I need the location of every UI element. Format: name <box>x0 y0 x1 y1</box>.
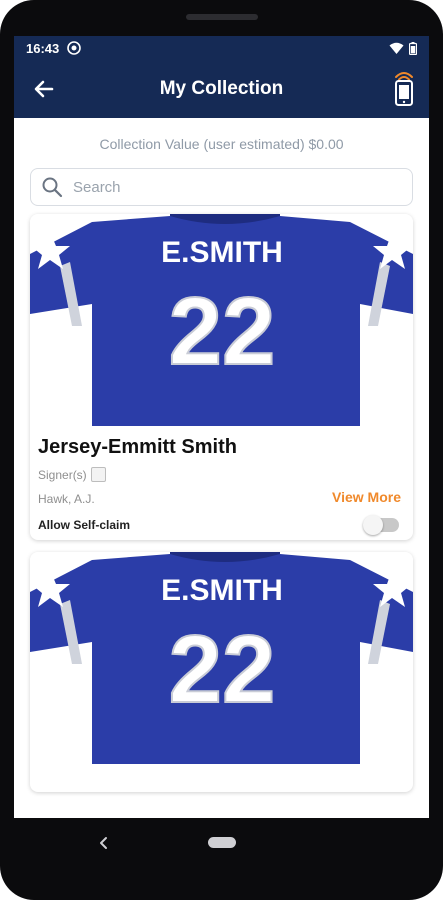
toggle-knob <box>363 515 383 535</box>
collection-item-card[interactable]: E.SMITH 22 Jersey-Emmitt Smith Signer(s)… <box>30 214 413 540</box>
page-title: My Collection <box>159 78 284 99</box>
jersey-image[interactable]: E.SMITH 22 <box>30 214 413 426</box>
status-time: 16:43 <box>26 40 60 56</box>
item-title: Jersey-Emmitt Smith <box>38 436 237 458</box>
phone-frame: 16:43 My Collection Collection Value (us… <box>0 0 443 900</box>
jersey-illustration: E.SMITH 22 <box>30 552 413 764</box>
collection-content: Collection Value (user estimated) $0.00 <box>14 118 429 818</box>
battery-icon <box>409 41 417 55</box>
jersey-image[interactable]: E.SMITH 22 <box>30 552 413 764</box>
jersey-illustration: E.SMITH 22 <box>30 214 413 426</box>
collection-value: Collection Value (user estimated) $0.00 <box>99 136 344 152</box>
signer-badge-icon <box>90 467 106 482</box>
system-nav-bar <box>0 818 443 868</box>
app-screen: 16:43 My Collection Collection Value (us… <box>14 36 429 818</box>
search-input[interactable] <box>71 177 375 197</box>
card-details: Jersey-Emmitt Smith Signer(s) Hawk, A.J.… <box>30 426 413 540</box>
signers-row: Signer(s) <box>38 467 405 482</box>
status-bar: 16:43 <box>14 36 429 60</box>
self-claim-toggle[interactable] <box>363 515 399 535</box>
collection-item-card[interactable]: E.SMITH 22 <box>30 552 413 792</box>
nav-back-icon[interactable] <box>96 835 110 851</box>
jersey-name-text: E.SMITH <box>161 236 283 269</box>
back-arrow-icon[interactable] <box>30 75 58 103</box>
jersey-name-text: E.SMITH <box>161 574 283 607</box>
jersey-number-text: 22 <box>169 278 276 385</box>
search-icon <box>42 177 63 198</box>
notification-icon <box>67 41 82 55</box>
wifi-icon <box>389 42 404 54</box>
nav-home-button[interactable] <box>208 837 236 848</box>
nfc-phone-icon[interactable] <box>391 70 417 106</box>
phone-speaker <box>186 14 258 20</box>
signers-label: Signer(s) <box>38 467 87 482</box>
app-bar: My Collection <box>14 60 429 118</box>
jersey-number-text: 22 <box>169 616 276 723</box>
self-claim-row: Allow Self-claim <box>38 515 405 535</box>
search-bar[interactable] <box>30 168 413 206</box>
view-more-link[interactable]: View More <box>332 489 401 505</box>
self-claim-label: Allow Self-claim <box>38 518 131 532</box>
